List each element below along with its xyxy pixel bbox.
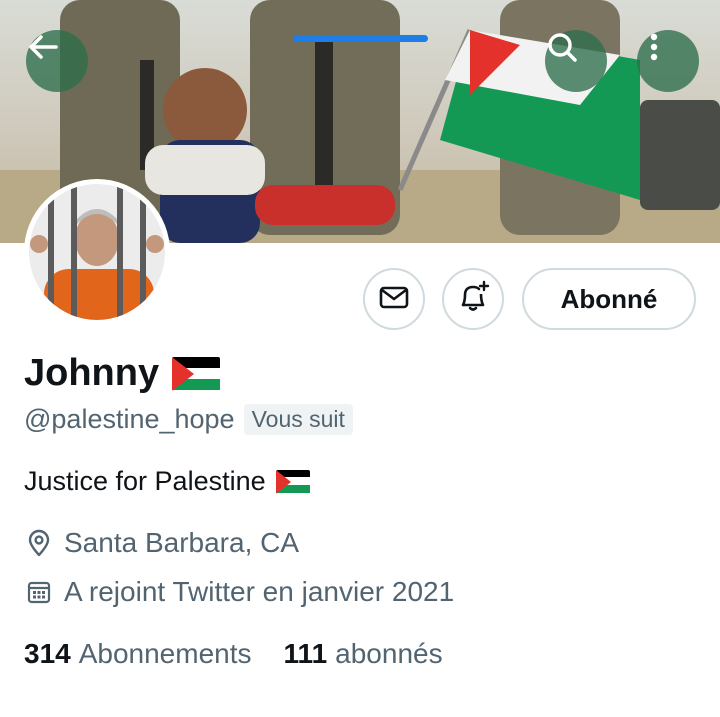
message-button[interactable] (363, 268, 425, 330)
bell-plus-icon (455, 279, 491, 320)
profile-avatar[interactable] (24, 179, 170, 325)
followers-count: 111 (283, 638, 328, 669)
following-stat[interactable]: 314 Abonnements (24, 638, 252, 670)
follow-stats: 314 Abonnements 111 abonnés (24, 638, 475, 670)
following-label: Abonnements (78, 638, 252, 669)
display-name-row: Johnny (24, 352, 221, 395)
bio-text: Justice for Palestine (24, 466, 266, 496)
followers-stat[interactable]: 111 abonnés (284, 638, 443, 670)
follows-you-badge: Vous suit (243, 404, 353, 435)
bio: Justice for Palestine (24, 466, 310, 497)
display-name: Johnny (24, 352, 160, 394)
calendar-icon (24, 577, 54, 607)
palestine-flag-icon (172, 356, 221, 391)
search-button[interactable] (545, 30, 607, 92)
handle-row: @palestine_hope Vous suit (24, 404, 353, 435)
join-date-row: A rejoint Twitter en janvier 2021 (24, 576, 454, 608)
envelope-icon (377, 280, 411, 319)
notifications-button[interactable] (442, 268, 504, 330)
location-pin-icon (24, 528, 54, 558)
followers-label: abonnés (335, 638, 443, 669)
following-count: 314 (24, 638, 71, 669)
following-button[interactable]: Abonné (522, 268, 696, 330)
avatar-image (29, 184, 165, 320)
location-row: Santa Barbara, CA (24, 527, 299, 559)
progress-indicator (293, 35, 428, 42)
back-button[interactable] (26, 30, 88, 92)
palestine-flag-icon (275, 469, 310, 494)
location-text: Santa Barbara, CA (64, 527, 300, 558)
more-options-button[interactable] (637, 30, 699, 92)
user-handle: @palestine_hope (24, 404, 235, 434)
join-date-text: A rejoint Twitter en janvier 2021 (64, 576, 455, 607)
